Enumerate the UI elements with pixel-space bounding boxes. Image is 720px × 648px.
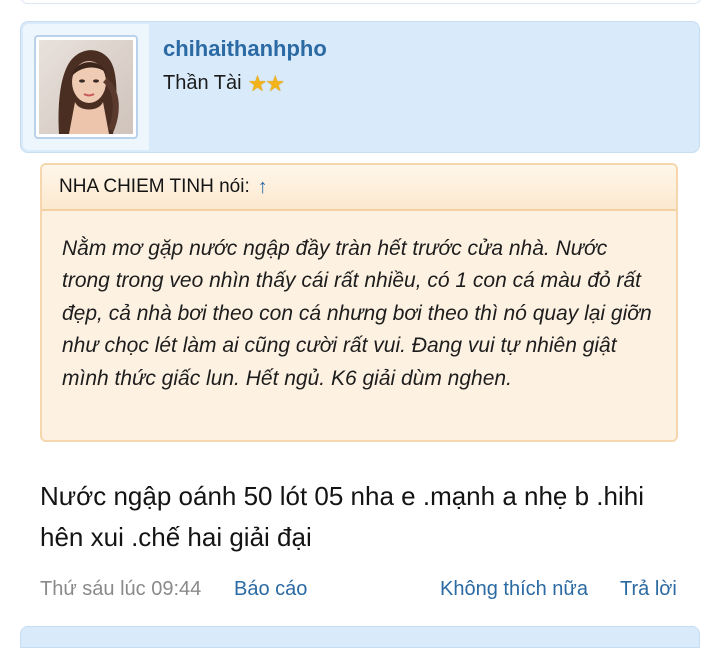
post-timestamp[interactable]: Thứ sáu lúc 09:44 <box>40 578 201 601</box>
user-rank-stars: ★ ★ <box>248 70 286 96</box>
report-link[interactable]: Báo cáo <box>234 578 307 601</box>
reply-link[interactable]: Trả lời <box>620 578 677 601</box>
avatar-image <box>39 40 133 134</box>
quote-text: Nằm mơ gặp nước ngập đầy tràn hết trước … <box>62 237 652 390</box>
user-title: Thần Tài ★ ★ <box>163 70 286 96</box>
quote-block: NHA CHIEM TINH nói: ↑ Nằm mơ gặp nước ng… <box>40 163 678 442</box>
unlike-link[interactable]: Không thích nữa <box>440 578 588 601</box>
post-footer: Thứ sáu lúc 09:44 Báo cáo Không thích nữ… <box>40 578 680 606</box>
post-message: Nước ngập oánh 50 lót 05 nha e .mạnh a n… <box>40 481 644 552</box>
user-title-text: Thần Tài <box>163 72 242 94</box>
star-icon: ★ <box>265 70 286 96</box>
quote-author: NHA CHIEM TINH nói: <box>59 176 250 197</box>
next-post-edge <box>20 626 700 648</box>
username-link[interactable]: chihaithanhpho <box>163 36 327 62</box>
arrow-up-icon[interactable]: ↑ <box>258 176 268 199</box>
avatar-panel <box>23 24 149 150</box>
quote-header: NHA CHIEM TINH nói: ↑ <box>42 165 676 211</box>
previous-post-edge <box>20 0 702 4</box>
user-info-card: chihaithanhpho Thần Tài ★ ★ <box>20 21 700 153</box>
avatar[interactable] <box>34 35 138 139</box>
